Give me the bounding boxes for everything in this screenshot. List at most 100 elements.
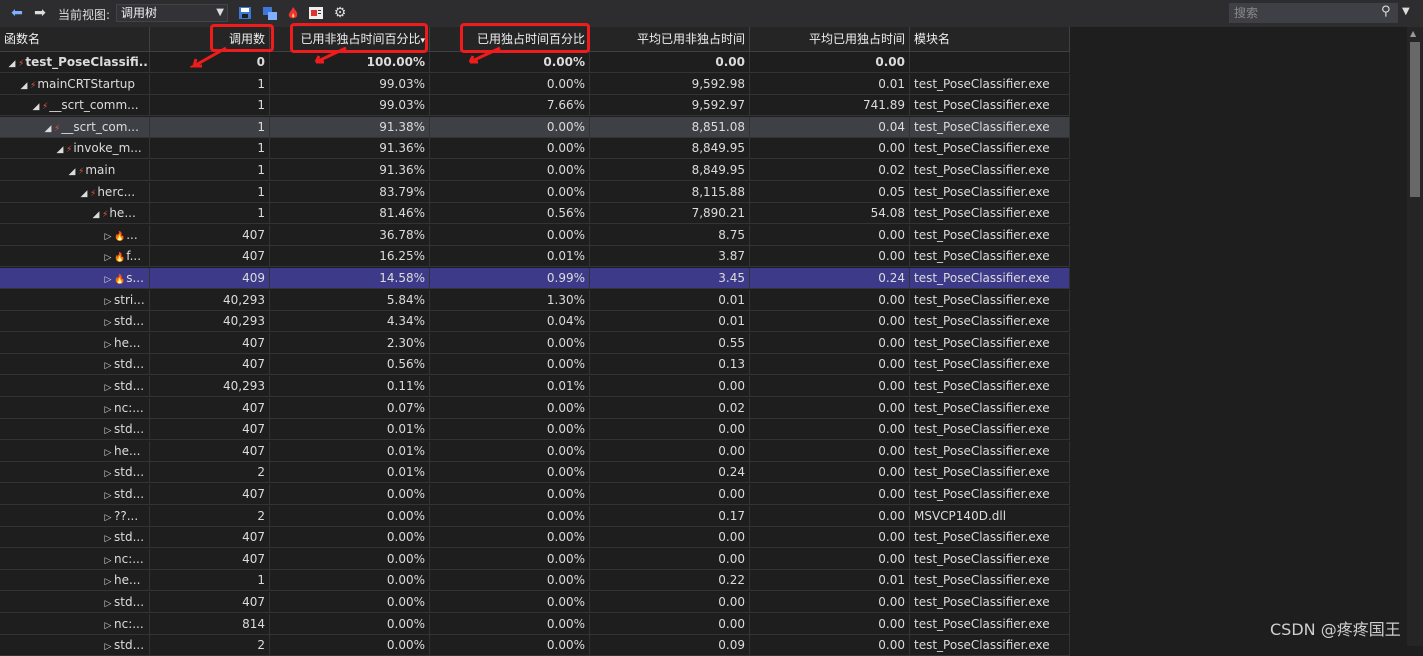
table-row[interactable]: ◢ ⚡__scrt_comm... 1 99.03% 7.66% 9,592.97 741.… [0,95,1070,117]
collapse-toggle-icon[interactable]: ◢ [42,119,54,138]
expand-toggle-icon[interactable]: ▷ [102,551,114,570]
table-row[interactable]: ◢ ⚡invoke_m... 1 91.36% 0.00% 8,849.95 0.00 tes… [0,138,1070,160]
collapse-toggle-icon[interactable]: ◢ [66,162,78,181]
avg-exclusive-cell: 0.00 [750,548,910,570]
collapse-toggle-icon[interactable]: ◢ [18,76,30,95]
forward-arrow-icon[interactable]: ➡ [31,4,49,22]
table-row[interactable]: ▷ 🔥... 407 36.78% 0.00% 8.75 0.00 test_PoseClas… [0,224,1070,246]
hot-path-icon[interactable] [284,4,302,22]
table-row[interactable]: ▷ std... 40,293 0.11% 0.01% 0.00 0.00 test_Pose… [0,376,1070,397]
table-row[interactable]: ▷ std... 407 0.01% 0.00% 0.00 0.00 test_PoseCla… [0,419,1070,441]
module-cell: test_PoseClassifier.exe [910,332,1070,354]
scrollbar-thumb[interactable] [1410,42,1420,197]
inclusive-pct-cell: 0.01% [270,419,430,441]
function-name-cell: ▷ std... [0,354,150,376]
expand-toggle-icon[interactable]: ▷ [102,270,114,289]
table-row[interactable]: ▷ 🔥s... 409 14.58% 0.99% 3.45 0.24 test_PoseCla… [0,268,1070,289]
chevron-down-icon[interactable]: ▼ [1402,6,1410,17]
table-row[interactable]: ▷ std... 407 0.56% 0.00% 0.13 0.00 test_PoseCla… [0,354,1070,376]
current-view-select[interactable]: 调用树 ▼ [116,4,228,22]
expand-toggle-icon[interactable]: ▷ [102,637,114,656]
table-row[interactable]: ◢ ⚡mainCRTStartup 1 99.03% 0.00% 9,592.98 0.01… [0,73,1070,95]
expand-toggle-icon[interactable]: ▷ [102,464,114,483]
exclusive-pct-cell: 1.30% [430,289,590,311]
table-row[interactable]: ▷ std... 40,293 4.34% 0.04% 0.01 0.00 test_Pose… [0,311,1070,333]
table-row[interactable]: ▷ std... 2 0.01% 0.00% 0.24 0.00 test_PoseClass… [0,462,1070,484]
scroll-up-icon[interactable]: ▲ [1410,29,1416,38]
collapse-toggle-icon[interactable]: ◢ [78,184,90,203]
expand-toggle-icon[interactable]: ▷ [102,248,114,267]
table-row[interactable]: ▷ std... 407 0.00% 0.00% 0.00 0.00 test_PoseCla… [0,592,1070,613]
avg-inclusive-cell: 0.00 [590,52,750,73]
watermark: CSDN @疼疼国王 [1270,620,1401,639]
collapse-toggle-icon[interactable]: ◢ [30,97,42,116]
expand-toggle-icon[interactable]: ▷ [102,594,114,613]
avg-exclusive-cell: 0.00 [750,484,910,505]
table-row[interactable]: ▷ nc:... 407 0.00% 0.00% 0.00 0.00 test_PoseCla… [0,548,1070,570]
expand-toggle-icon[interactable]: ▷ [102,616,114,635]
column-header-avg-exclusive[interactable]: 平均已用独占时间 [750,27,910,51]
inclusive-pct-cell: 0.00% [270,527,430,549]
table-row[interactable]: ▷??... 2 0.00% 0.00% 0.17 0.00 MSVCP140D.dll [0,505,1070,527]
table-row[interactable]: ▷ nc:... 814 0.00% 0.00% 0.00 0.00 test_PoseCla… [0,613,1070,635]
expand-toggle-icon[interactable]: ▷ [102,400,114,419]
function-name-label: std... [114,530,145,545]
table-row[interactable]: ▷ he... 407 0.01% 0.00% 0.00 0.00 test_PoseClas… [0,440,1070,462]
save-icon[interactable] [236,4,254,22]
function-name-label: nc:... [114,616,144,631]
table-row[interactable]: ◢ ⚡main 1 91.36% 0.00% 8,849.95 0.02 test_PoseC… [0,160,1070,181]
search-icon[interactable]: ⚲ [1381,4,1391,19]
table-row[interactable]: ▷ stri... 40,293 5.84% 1.30% 0.01 0.00 test_Pos… [0,289,1070,311]
call-count-cell: 407 [150,246,270,268]
gear-icon[interactable]: ⚙ [331,4,349,22]
table-row[interactable]: ▷ 🔥f... 407 16.25% 0.01% 3.87 0.00 test_PoseCla… [0,246,1070,268]
inclusive-pct-cell: 0.00% [270,613,430,635]
column-header-module[interactable]: 模块名 [910,27,1070,51]
table-row[interactable]: ◢ ⚡he... 1 81.46% 0.56% 7,890.21 54.08 test_Pos… [0,203,1070,225]
column-header-function-name[interactable]: 函数名 [0,27,150,51]
collapse-toggle-icon[interactable]: ◢ [6,54,18,73]
avg-exclusive-cell: 0.00 [750,332,910,354]
table-row[interactable]: ▷ nc:... 407 0.07% 0.00% 0.02 0.00 test_PoseCla… [0,397,1070,419]
column-header-avg-inclusive[interactable]: 平均已用非独占时间 [590,27,750,51]
table-row[interactable]: ◢ ⚡herc... 1 83.79% 0.00% 8,115.88 0.05 test_Po… [0,181,1070,203]
expand-toggle-icon[interactable]: ▷ [102,292,114,311]
avg-inclusive-cell: 8,851.08 [590,116,750,138]
expand-toggle-icon[interactable]: ▷ [102,227,114,246]
call-count-cell: 407 [150,484,270,505]
module-cell: test_PoseClassifier.exe [910,181,1070,203]
expand-toggle-icon[interactable]: ▷ [102,443,114,462]
function-name-label: mainCRTStartup [37,76,136,91]
module-cell: test_PoseClassifier.exe [910,138,1070,160]
expand-toggle-icon[interactable]: ▷ [102,421,114,440]
table-row[interactable]: ▷ he... 407 2.30% 0.00% 0.55 0.00 test_PoseClas… [0,332,1070,354]
table-row[interactable]: ▷ std... 407 0.00% 0.00% 0.00 0.00 test_PoseCla… [0,484,1070,505]
function-name-cell: ▷ 🔥... [0,224,150,246]
search-input[interactable]: 搜索 [1229,3,1398,23]
back-arrow-icon[interactable]: ⬅ [8,4,26,22]
expand-toggle-icon[interactable]: ▷ [102,356,114,375]
collapse-toggle-icon[interactable]: ◢ [90,205,102,224]
inclusive-pct-cell: 99.03% [270,95,430,117]
report-icon[interactable] [307,4,325,22]
expand-toggle-icon[interactable]: ▷ [102,378,114,397]
expand-toggle-icon[interactable]: ▷ [102,486,114,505]
table-row[interactable]: ◢ ⚡__scrt_com... 1 91.38% 0.00% 8,851.08 0.04 t… [0,116,1070,138]
expand-toggle-icon[interactable]: ▷ [102,508,114,527]
expand-toggle-icon[interactable]: ▷ [102,313,114,332]
avg-exclusive-cell: 0.00 [750,376,910,397]
expand-toggle-icon[interactable]: ▷ [102,572,114,591]
vertical-scrollbar[interactable]: ▲ [1407,27,1423,646]
table-row[interactable]: ◢ ⚡test_PoseClassifi... 0 100.00% 0.00% 0.00 0… [0,52,1070,73]
call-count-cell: 2 [150,505,270,527]
function-name-label: nc:... [114,551,144,566]
collapse-toggle-icon[interactable]: ◢ [54,140,66,159]
compare-icon[interactable] [261,4,279,22]
table-row[interactable]: ▷ he... 1 0.00% 0.00% 0.22 0.01 test_PoseClassi… [0,570,1070,592]
avg-inclusive-cell: 3.45 [590,268,750,289]
table-row[interactable]: ▷ std... 407 0.00% 0.00% 0.00 0.00 test_PoseCla… [0,527,1070,549]
expand-toggle-icon[interactable]: ▷ [102,335,114,354]
toolbar: ⬅ ➡ 当前视图: 调用树 ▼ ⚙ 搜索 ⚲ ▼ [0,0,1423,27]
expand-toggle-icon[interactable]: ▷ [102,529,114,548]
module-cell: test_PoseClassifier.exe [910,311,1070,333]
